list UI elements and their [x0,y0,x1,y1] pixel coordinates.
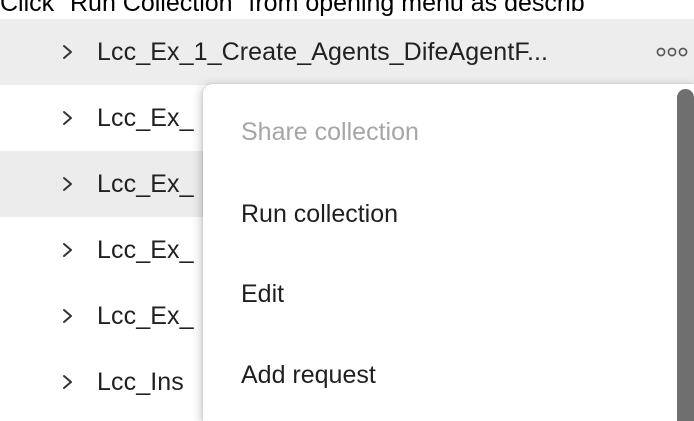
menu-item-run-collection[interactable]: Run collection [241,194,398,234]
instruction-caption: Click "Run Collection" from opening menu… [0,0,585,17]
more-options-icon[interactable] [656,45,688,59]
chevron-right-icon[interactable] [58,239,78,261]
collection-row-label: Lcc_Ex_ [97,103,194,132]
menu-item-share-collection: Share collection [241,118,419,146]
menu-item-add-request[interactable]: Add request [241,355,376,395]
chevron-right-icon[interactable] [58,107,78,129]
chevron-right-icon[interactable] [58,41,78,63]
collection-row-label: Lcc_Ex_1_Create_Agents_DifeAgentF... [97,37,549,66]
chevron-right-icon[interactable] [58,173,78,195]
collection-row-1[interactable]: Lcc_Ex_1_Create_Agents_DifeAgentF... [0,19,694,85]
collection-row-label: Lcc_Ins [97,367,184,396]
collection-context-menu: Share collection Run collection Edit Add… [203,84,694,421]
collection-row-label: Lcc_Ex_ [97,301,194,330]
collection-row-label: Lcc_Ex_ [97,169,194,198]
menu-item-edit[interactable]: Edit [241,274,284,314]
chevron-right-icon[interactable] [58,371,78,393]
collection-row-label: Lcc_Ex_ [97,235,194,264]
menu-scrollbar[interactable] [677,89,694,421]
chevron-right-icon[interactable] [58,305,78,327]
